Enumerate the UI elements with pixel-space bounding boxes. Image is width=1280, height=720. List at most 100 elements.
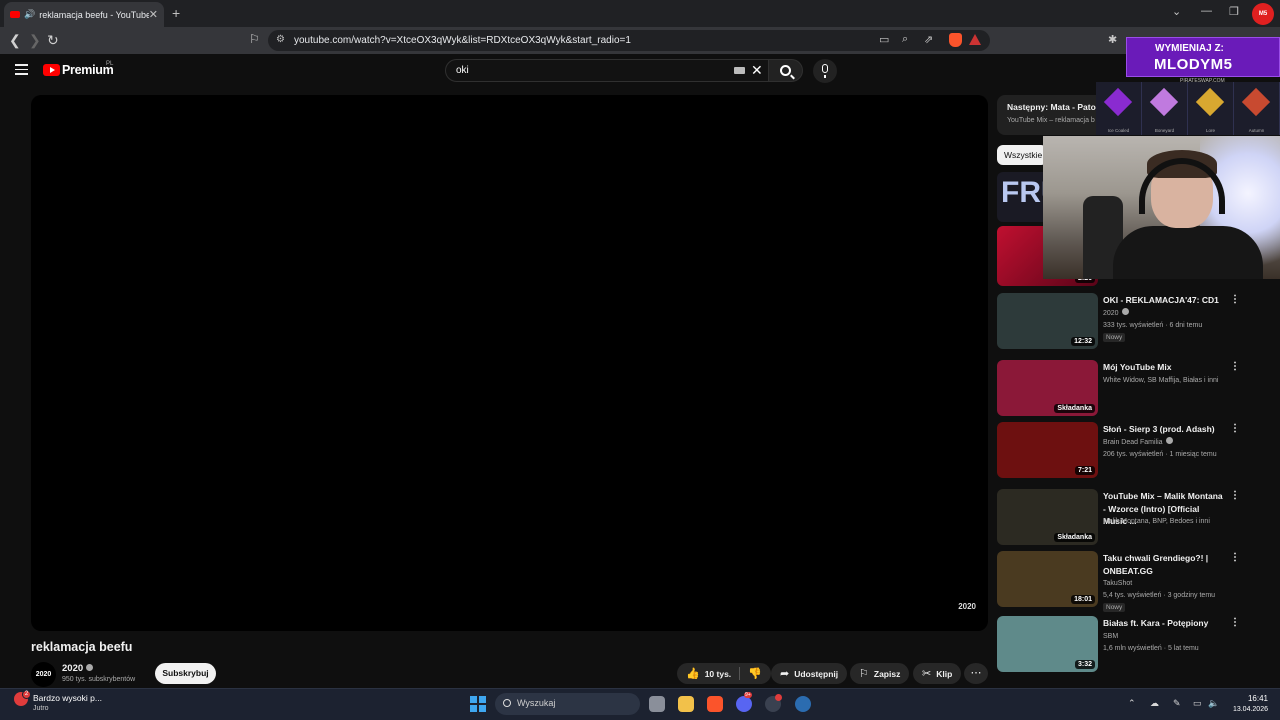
related-video-title[interactable]: Białas ft. Kara - Potępiony	[1103, 617, 1223, 630]
zoom-icon[interactable]: ⌕	[902, 33, 908, 46]
address-bar-url: youtube.com/watch?v=XtceOX3qWyk&list=RDX…	[294, 35, 631, 46]
tab-title: reklamacja beefu - YouTube	[39, 9, 149, 20]
skin-label: Ice Coaled	[1107, 128, 1130, 133]
related-video-thumbnail[interactable]: Składanka	[997, 360, 1098, 416]
related-video-channel[interactable]: TakuShot	[1103, 578, 1233, 589]
cast-icon[interactable]: ▭	[879, 33, 889, 46]
channel-name-text: 2020	[62, 663, 84, 674]
search-button[interactable]	[768, 59, 803, 82]
maximize-icon[interactable]: ❐	[1229, 5, 1239, 18]
related-video-channel-name: TakuShot	[1103, 580, 1133, 587]
related-video-channel-name: Brain Dead Familia	[1103, 438, 1163, 446]
file-explorer-icon[interactable]	[678, 696, 694, 712]
chip-all[interactable]: Wszystkie	[997, 145, 1047, 165]
network-icon[interactable]: ▭	[1193, 698, 1202, 709]
task-view-icon[interactable]	[649, 696, 665, 712]
reload-icon[interactable]: ↻	[47, 32, 59, 49]
like-count[interactable]: 10 tys.	[705, 669, 731, 679]
voice-search-button[interactable]	[813, 59, 837, 83]
more-options-icon[interactable]: ⋮	[1230, 617, 1240, 628]
verified-icon	[1165, 436, 1173, 444]
app-icon[interactable]	[795, 696, 811, 712]
related-video-thumbnail[interactable]: 3:32	[997, 616, 1098, 672]
promo-banner: WYMIENIAJ Z: MLODYM5	[1126, 37, 1280, 77]
close-tab-icon[interactable]: ✕	[149, 8, 158, 21]
more-options-icon[interactable]: ⋮	[1230, 552, 1240, 563]
back-icon[interactable]: ❮	[9, 32, 21, 49]
channel-avatar[interactable]: 2020	[31, 662, 56, 687]
clock-time[interactable]: 16:41	[1228, 694, 1268, 703]
verified-icon	[1121, 307, 1129, 315]
related-video-stats: 333 tys. wyświetleń · 6 dni temu	[1103, 321, 1203, 329]
share-button[interactable]: ➦ Udostępnij	[771, 663, 848, 684]
tray-chevron-icon[interactable]: ⌃	[1128, 698, 1136, 709]
skin-item: Boneyard	[1142, 82, 1188, 135]
brave-shields-icon[interactable]	[949, 33, 962, 47]
duration-badge: Składanka	[1054, 533, 1095, 542]
related-video-channel[interactable]: Brain Dead Familia	[1103, 436, 1233, 448]
related-video-channel[interactable]: SBM	[1103, 631, 1233, 642]
microphone-icon	[822, 64, 828, 78]
keyboard-icon[interactable]	[734, 67, 745, 74]
channel-watermark[interactable]: 2020	[958, 602, 976, 611]
video-title: reklamacja beefu	[31, 640, 133, 654]
promo-line-2: MLODYM5	[1154, 56, 1233, 73]
bookmark-icon[interactable]: ⚐	[249, 32, 260, 46]
duration-badge: 3:32	[1074, 660, 1095, 669]
related-video-stats: 1,6 mln wyświetleń · 5 lat temu	[1103, 644, 1199, 652]
dislike-icon[interactable]: 👎	[748, 667, 762, 680]
video-player[interactable]: 2020	[31, 95, 988, 631]
skin-icon	[1103, 87, 1133, 117]
related-video-channel[interactable]: Malik Montana, BNP, Bedoes i inni	[1103, 516, 1233, 527]
related-video-channel-name: Malik Montana, BNP, Bedoes i inni	[1103, 518, 1210, 525]
more-options-icon[interactable]: ⋮	[1230, 361, 1240, 372]
search-input[interactable]: oki	[445, 59, 770, 82]
channel-name[interactable]: 2020	[62, 663, 94, 674]
more-options-icon[interactable]: ⋮	[1230, 423, 1240, 434]
related-video-thumbnail[interactable]: 12:32	[997, 293, 1098, 349]
extensions-icon[interactable]: ✱	[1108, 33, 1117, 46]
save-icon: ⚐	[859, 668, 869, 680]
start-icon[interactable]	[470, 696, 486, 712]
forward-icon[interactable]: ❯	[29, 32, 41, 49]
more-options-icon[interactable]: ⋮	[1230, 490, 1240, 501]
taskbar-search[interactable]: Wyszukaj	[495, 693, 640, 715]
pen-icon[interactable]: ✎	[1173, 698, 1181, 709]
subscribe-button[interactable]: Subskrybuj	[155, 663, 216, 684]
onedrive-icon[interactable]: ☁	[1150, 698, 1159, 709]
related-video-channel[interactable]: White Widow, SB Maffija, Białas i inni	[1103, 375, 1233, 386]
related-video-channel[interactable]: 2020	[1103, 307, 1233, 319]
new-tab-icon[interactable]: +	[172, 5, 180, 21]
tab-search-chevron-icon[interactable]: ⌄	[1172, 5, 1181, 18]
related-video-thumbnail[interactable]: 7:21	[997, 422, 1098, 478]
skins-strip: Ice Coaled Boneyard Lore Autumn	[1096, 82, 1280, 135]
clip-button[interactable]: ✂ Klip	[913, 663, 962, 684]
webcam-streamer-body	[1113, 226, 1263, 279]
brave-rewards-icon[interactable]	[969, 34, 981, 45]
weather-badge: 2	[22, 690, 31, 699]
related-video-title[interactable]: Mój YouTube Mix	[1103, 361, 1223, 374]
related-video-thumbnail[interactable]: Składanka	[997, 489, 1098, 545]
audio-playing-icon[interactable]: 🔊	[24, 9, 35, 20]
share-page-icon[interactable]: ⇗	[924, 33, 933, 46]
clock-date[interactable]: 13.04.2026	[1216, 706, 1268, 713]
save-button[interactable]: ⚐ Zapisz	[850, 663, 910, 684]
related-video-title[interactable]: Taku chwali Grendiego?! | ONBEAT.GG	[1103, 552, 1223, 577]
minimize-icon[interactable]: —	[1201, 5, 1212, 17]
related-video-thumbnail[interactable]: 18:01	[997, 551, 1098, 607]
discord-icon[interactable]	[736, 696, 752, 712]
clear-search-icon[interactable]: ✕	[751, 62, 763, 79]
hamburger-menu-icon[interactable]	[15, 64, 28, 75]
browser-tab-active[interactable]: 🔊 reklamacja beefu - YouTube ✕	[4, 2, 164, 27]
skin-icon	[1241, 87, 1271, 117]
related-video-channel-name: White Widow, SB Maffija, Białas i inni	[1103, 376, 1219, 384]
related-video-title[interactable]: OKI - REKLAMACJA'47: CD1	[1103, 294, 1223, 307]
more-actions-icon[interactable]: ⋯	[964, 663, 988, 684]
weather-line-1[interactable]: Bardzo wysoki p...	[33, 693, 102, 703]
related-video-title[interactable]: Słoń - Sierp 3 (prod. Adash)	[1103, 423, 1223, 436]
like-icon[interactable]: 👍	[686, 667, 700, 680]
site-info-icon[interactable]: ⚙	[276, 34, 285, 45]
more-options-icon[interactable]: ⋮	[1230, 294, 1240, 305]
brave-browser-icon[interactable]	[707, 696, 723, 712]
youtube-logo-icon[interactable]	[43, 64, 60, 76]
